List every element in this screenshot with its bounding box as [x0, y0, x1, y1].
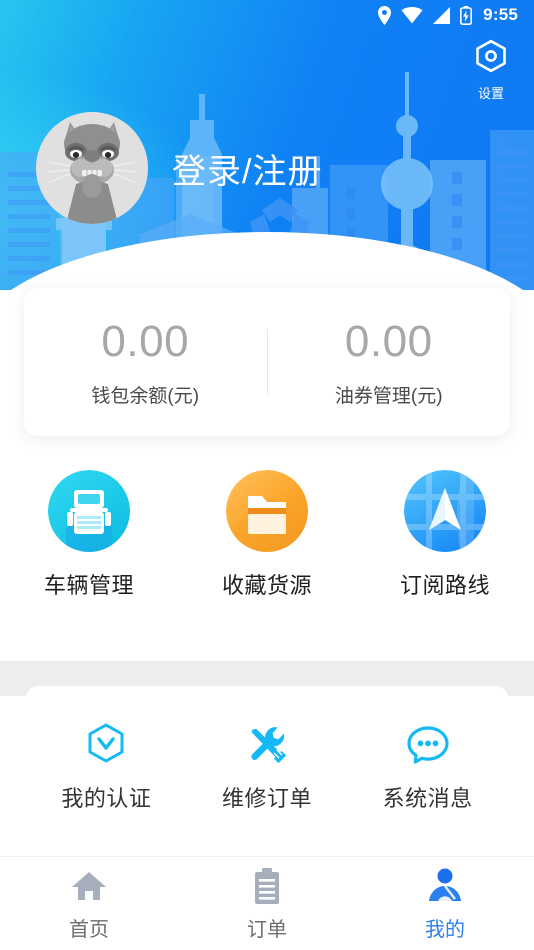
service-repair-orders[interactable]: 维修订单: [187, 721, 348, 813]
home-icon: [69, 866, 109, 906]
settings-button[interactable]: 设置: [472, 38, 510, 102]
truck-icon: [48, 470, 130, 552]
wallet-balance-cell[interactable]: 0.00 钱包余额(元): [24, 317, 267, 408]
person-icon: [425, 866, 465, 906]
wallet-balance-label: 钱包余额(元): [91, 385, 200, 407]
profile-header: 9:55 设置 登录/注册: [0, 0, 534, 290]
shortcut-grid: 车辆管理 收藏货源 订阅路线: [0, 470, 534, 600]
folder-icon: [226, 470, 308, 552]
chat-bubble-dots-icon: [405, 721, 451, 767]
battery-charging-icon: [460, 5, 473, 25]
shortcut-vehicle-management[interactable]: 车辆管理: [0, 470, 178, 600]
service-label: 我的认证: [61, 786, 152, 811]
tab-mine[interactable]: 我的: [356, 866, 534, 942]
shortcut-label: 收藏货源: [221, 573, 312, 598]
tab-label: 订单: [247, 918, 287, 941]
mine-screen: 9:55 设置 登录/注册 0.00 钱包余额(元) 0.00 油券管理(元) …: [0, 0, 534, 950]
avatar[interactable]: [36, 112, 148, 224]
shortcut-label: 订阅路线: [399, 573, 490, 598]
navigation-arrow-icon: [404, 470, 486, 552]
status-bar: 9:55: [0, 0, 534, 30]
service-label: 维修订单: [222, 786, 313, 811]
status-bar-time: 9:55: [483, 5, 518, 24]
wifi-icon: [401, 6, 423, 24]
wallet-balance-value: 0.00: [101, 316, 190, 366]
cellular-signal-icon: [432, 6, 451, 24]
shortcut-subscribed-routes[interactable]: 订阅路线: [356, 470, 534, 600]
location-pin-icon: [377, 5, 392, 25]
clipboard-icon: [247, 866, 287, 906]
tab-label: 首页: [69, 918, 109, 941]
fuel-coupon-cell[interactable]: 0.00 油券管理(元): [268, 317, 511, 408]
login-register-label[interactable]: 登录/注册: [172, 144, 322, 193]
tab-label: 我的: [425, 918, 465, 941]
service-my-certification[interactable]: 我的认证: [26, 721, 187, 813]
tab-orders[interactable]: 订单: [178, 866, 356, 942]
fuel-coupon-label: 油券管理(元): [334, 385, 443, 407]
service-system-messages[interactable]: 系统消息: [347, 721, 508, 813]
fuel-coupon-value: 0.00: [344, 316, 433, 366]
shortcut-saved-cargo[interactable]: 收藏货源: [178, 470, 356, 600]
wrench-screwdriver-icon: [244, 721, 290, 767]
login-register-row[interactable]: 登录/注册: [36, 112, 322, 224]
services-card: 我的认证 维修订单 系统消息: [26, 686, 508, 848]
bottom-tab-bar: 首页 订单 我的: [0, 856, 534, 950]
service-label: 系统消息: [382, 786, 473, 811]
hexagon-gear-icon: [472, 38, 510, 81]
shortcut-label: 车辆管理: [43, 573, 134, 598]
tab-home[interactable]: 首页: [0, 866, 178, 942]
wallet-card: 0.00 钱包余额(元) 0.00 油券管理(元): [24, 288, 510, 436]
settings-label: 设置: [477, 86, 504, 101]
hexagon-check-icon: [83, 721, 129, 767]
user-avatar-animal: [36, 112, 148, 224]
